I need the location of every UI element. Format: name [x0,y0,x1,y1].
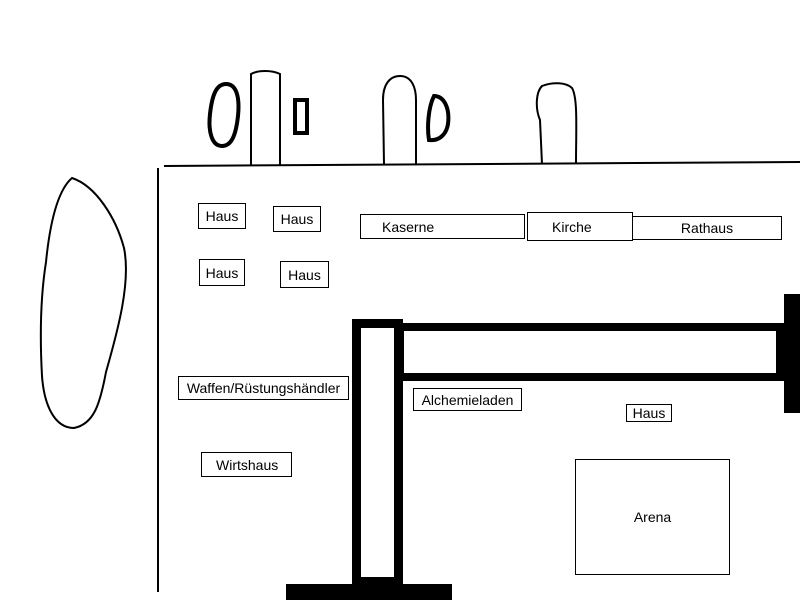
building-wirtshaus-label: Wirtshaus [216,456,279,473]
building-haus-4-label: Haus [288,266,321,283]
building-haus-1: Haus [198,203,246,229]
building-arena-label: Arena [633,509,672,525]
building-haus-2: Haus [273,206,321,232]
watch-post [293,98,309,135]
building-wirtshaus: Wirtshaus [201,452,292,477]
building-rathaus: Rathaus [632,216,782,240]
building-haus-5: Haus [626,404,672,422]
building-kaserne-label: Kaserne [382,218,435,235]
building-alchemieladen: Alchemieladen [413,388,522,411]
building-waffenhaendler: Waffen/Rüstungshändler [178,376,349,400]
building-haus-1-label: Haus [205,208,239,224]
building-arena: Arena [575,459,730,575]
building-kirche: Kirche [527,212,633,241]
building-kaserne: Kaserne [360,214,525,239]
building-haus-2-label: Haus [280,211,314,227]
building-kirche-label: Kirche [552,218,592,235]
road-horizontal-inner [404,331,776,373]
gate-tower-2 [381,74,417,165]
building-haus-3-label: Haus [205,264,239,281]
building-haus-3: Haus [199,259,245,286]
building-waffenhaendler-label: Waffen/Rüstungshändler [186,380,341,396]
north-wall [163,161,800,167]
road-vertical-inner [361,328,394,577]
small-tower-left [207,81,241,149]
building-rathaus-label: Rathaus [680,220,734,236]
gate-tower-3 [535,82,578,165]
building-alchemieladen-label: Alchemieladen [421,391,514,408]
rock-outline [39,176,127,430]
building-haus-5-label: Haus [632,405,666,421]
building-haus-4: Haus [280,261,329,288]
road-south-end [286,584,452,600]
road-east-end [784,294,800,413]
gate-tower-1 [250,70,281,166]
small-tower-right [426,93,451,143]
